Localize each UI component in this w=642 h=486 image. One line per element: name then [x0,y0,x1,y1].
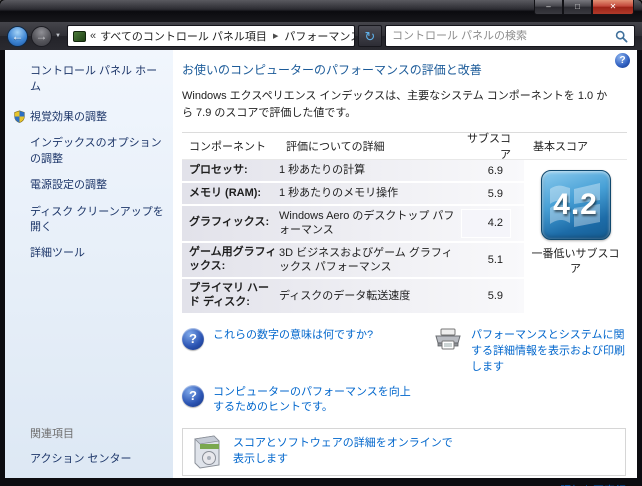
maximize-button[interactable]: □ [563,0,592,15]
sidebar-item-label: 詳細ツール [30,247,85,260]
main-panel: ? お使いのコンピューターのパフォーマンスの評価と改善 Windows エクスペ… [173,50,637,486]
column-header-subscore: サブスコア [467,133,511,161]
column-header-detail: 評価についての詳細 [286,141,385,153]
link-item-performance-tips: ? コンピューターのパフォーマンスを向上するためのヒントです。 [182,384,430,417]
minimize-icon: – [546,2,551,11]
subscore-value: 6.9 [487,164,503,177]
control-panel-window: – □ ✕ ← → ▼ « すべてのコントロール パネル項目 ▶ パフォーマンス… [0,0,642,486]
control-panel-icon [72,30,86,42]
base-score-caption: 一番低いサブスコア [531,248,620,276]
subscore-value-lowest: 4.2 [461,209,511,238]
sidebar-item-action-center[interactable]: アクション センター [30,450,167,466]
recent-pages-dropdown[interactable]: ▼ [55,33,61,39]
search-icon[interactable] [615,30,628,43]
back-button[interactable]: ← [7,25,28,47]
forward-icon: → [35,29,48,43]
page-title: お使いのコンピューターのパフォーマンスの評価と改善 [182,63,482,77]
window-controls: – □ ✕ [534,0,634,15]
search-box [384,25,635,47]
base-score-value: 4.2 [553,188,598,221]
sidebar-item-advanced-tools[interactable]: 詳細ツール [30,246,167,261]
performance-tips-link[interactable]: コンピューターのパフォーマンスを向上するためのヒントです。 [213,385,418,417]
table-row-processor: プロセッサ: 1 秒あたりの計算 6.9 [182,160,524,181]
print-details-link[interactable]: パフォーマンスとシステムに関する詳細情報を表示および印刷します [471,328,627,376]
table-rows: プロセッサ: 1 秒あたりの計算 6.9 メモリ (RAM): 1 秒あたりのメ… [182,160,524,315]
sidebar-item-power-settings[interactable]: 電源設定の調整 [30,178,167,193]
component-name: ゲーム用グラフィックス: [189,246,277,272]
sidebar-item-label: ディスク クリーンアップを開く [30,205,164,233]
sidebar-item-label: 電源設定の調整 [30,179,107,192]
refresh-button[interactable]: ↻ [357,25,382,47]
subscore-value: 5.9 [487,187,503,200]
component-name: プライマリ ハード ディスク: [189,282,270,308]
printer-icon[interactable] [434,328,462,352]
sidebar-item-label: 視覚効果の調整 [30,111,107,123]
help-button[interactable]: ? [615,53,630,68]
chevron-down-icon: ▼ [55,33,61,39]
component-detail: Windows Aero のデスクトップ パフォーマンス [279,210,455,237]
search-input[interactable] [391,30,611,42]
sidebar-related-section: 関連項目 アクション センター [30,425,167,466]
links-section: ? これらの数字の意味は何ですか? パフォーマンスとシステムに関する詳細情報を表… [182,327,627,417]
intro-text: Windows エクスペリエンス インデックスは、主要なシステム コンポーネント… [182,90,608,119]
table-row-primary-hard-disk: プライマリ ハード ディスク: ディスクのデータ転送速度 5.9 [182,279,524,313]
link-item-numbers-meaning: ? これらの数字の意味は何ですか? [182,327,430,376]
table-row-graphics: グラフィックス: Windows Aero のデスクトップ パフォーマンス 4.… [182,206,524,241]
column-header-base-score: 基本スコア [533,141,588,153]
component-name: プロセッサ: [189,163,248,176]
base-score-column: 4.2 一番低いサブスコア [524,160,627,315]
component-detail: 1 秒あたりの計算 [279,164,366,177]
address-bar[interactable]: « すべてのコントロール パネル項目 ▶ パフォーマンスの情報とツール ▼ [66,25,355,47]
sidebar-item-disk-cleanup[interactable]: ディスク クリーンアップを開く [30,205,167,236]
question-glyph: ? [189,388,197,403]
window-frame: コントロール パネル ホーム 視覚効果の調整 インデックスのオプションの調整 電… [0,50,642,486]
maximize-icon: □ [575,2,580,11]
component-detail: 1 秒あたりのメモリ操作 [279,187,399,200]
link-item-print-details: パフォーマンスとシステムに関する詳細情報を表示および印刷します [434,328,627,376]
subscore-value: 5.9 [487,289,503,302]
titlebar[interactable]: – □ ✕ [0,0,642,22]
score-table: コンポーネント 評価についての詳細 サブスコア 基本スコア プロセッサ: 1 秒… [182,132,627,315]
subscore-value: 5.1 [487,253,503,266]
sidebar-item-control-panel-home[interactable]: コントロール パネル ホーム [30,62,167,94]
sidebar: コントロール パネル ホーム 視覚効果の調整 インデックスのオプションの調整 電… [5,50,173,478]
sidebar-item-visual-effects[interactable]: 視覚効果の調整 [14,110,167,125]
component-name: グラフィックス: [189,216,270,229]
breadcrumb-overflow-icon[interactable]: « [90,30,96,42]
question-icon[interactable]: ? [182,327,204,350]
table-header-row: コンポーネント 評価についての詳細 サブスコア 基本スコア [182,133,627,161]
back-icon: ← [11,29,24,43]
close-icon: ✕ [609,2,617,11]
close-button[interactable]: ✕ [592,0,634,15]
column-header-component: コンポーネント [189,141,266,153]
question-icon[interactable]: ? [182,384,204,407]
table-row-gaming-graphics: ゲーム用グラフィックス: 3D ビジネスおよびゲーム グラフィックス パフォーマ… [182,242,524,278]
component-detail: 3D ビジネスおよびゲーム グラフィックス パフォーマンス [279,246,453,273]
minimize-button[interactable]: – [534,0,563,15]
navigation-bar: ← → ▼ « すべてのコントロール パネル項目 ▶ パフォーマンスの情報とツー… [0,22,642,50]
help-icon: ? [619,55,626,66]
uac-shield-icon [14,110,25,123]
refresh-icon: ↻ [364,28,376,44]
forward-button[interactable]: → [31,25,52,47]
related-items-header: 関連項目 [30,428,74,440]
component-name: メモリ (RAM): [189,186,262,199]
sidebar-item-label: インデックスのオプションの調整 [30,137,162,165]
breadcrumb-item-performance[interactable]: パフォーマンスの情報とツール [284,28,354,44]
sidebar-item-indexing-options[interactable]: インデックスのオプションの調整 [30,136,167,167]
numbers-meaning-link[interactable]: これらの数字の意味は何ですか? [213,328,373,344]
online-details-box: スコアとソフトウェアの詳細をオンラインで表示します [182,428,626,477]
component-detail: ディスクのデータ転送速度 [279,289,411,302]
breadcrumb-item-all-items[interactable]: すべてのコントロール パネル項目 [100,28,267,44]
online-details-link[interactable]: スコアとソフトウェアの詳細をオンラインで表示します [233,436,463,468]
software-box-icon [194,435,220,469]
base-score-badge: 4.2 [540,170,611,240]
table-row-memory: メモリ (RAM): 1 秒あたりのメモリ操作 5.9 [182,183,524,204]
breadcrumb-separator-icon[interactable]: ▶ [271,32,280,40]
question-glyph: ? [189,331,197,347]
